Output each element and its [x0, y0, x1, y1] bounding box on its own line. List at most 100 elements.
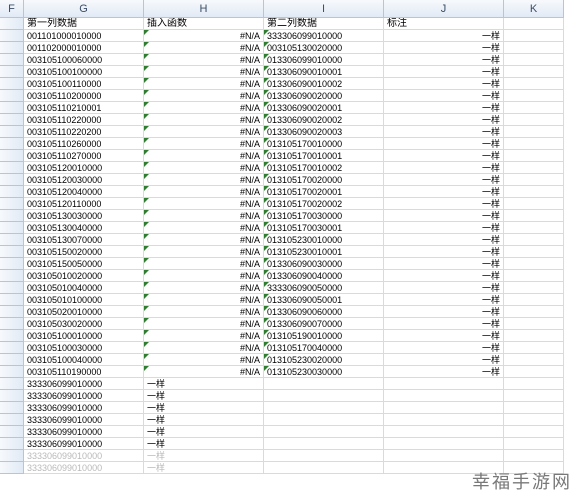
row-header[interactable]	[0, 258, 24, 270]
row-header[interactable]	[0, 102, 24, 114]
cell-col2[interactable]: 013306090050001	[264, 294, 384, 306]
cell-formula[interactable]: #N/A	[144, 330, 264, 342]
cell-col2[interactable]: 333306099010000	[264, 30, 384, 42]
row-header[interactable]	[0, 174, 24, 186]
row-header[interactable]	[0, 186, 24, 198]
cell-note[interactable]	[384, 450, 504, 462]
row-header[interactable]	[0, 162, 24, 174]
column-header-f[interactable]: F	[0, 0, 24, 18]
cell-formula[interactable]: #N/A	[144, 318, 264, 330]
cell-blank[interactable]	[504, 402, 564, 414]
cell-formula[interactable]: #N/A	[144, 222, 264, 234]
cell-formula[interactable]: #N/A	[144, 270, 264, 282]
column-header-k[interactable]: K	[504, 0, 564, 18]
row-header[interactable]	[0, 114, 24, 126]
cell-blank[interactable]	[504, 78, 564, 90]
cell-col1[interactable]: 003105100030000	[24, 342, 144, 354]
cell-col2[interactable]	[264, 402, 384, 414]
cell-note[interactable]: 一样	[384, 222, 504, 234]
cell-formula[interactable]: 一样	[144, 378, 264, 390]
cell-col2[interactable]	[264, 438, 384, 450]
cell-blank[interactable]	[504, 342, 564, 354]
cell-formula[interactable]: #N/A	[144, 234, 264, 246]
cell-note[interactable]	[384, 390, 504, 402]
row-header[interactable]	[0, 378, 24, 390]
cell-col2[interactable]: 013105230020000	[264, 354, 384, 366]
cell-note[interactable]: 一样	[384, 258, 504, 270]
cell-col1[interactable]: 003105030020000	[24, 318, 144, 330]
cell-col1[interactable]: 333306099010000	[24, 390, 144, 402]
row-header[interactable]	[0, 462, 24, 474]
cell-formula[interactable]: #N/A	[144, 258, 264, 270]
row-header[interactable]	[0, 330, 24, 342]
cell-note[interactable]: 一样	[384, 366, 504, 378]
cell-formula[interactable]: #N/A	[144, 306, 264, 318]
cell-note[interactable]	[384, 414, 504, 426]
row-header[interactable]	[0, 210, 24, 222]
cell-col1[interactable]: 333306099010000	[24, 450, 144, 462]
cell-col2[interactable]: 013105230010001	[264, 246, 384, 258]
cell-col1[interactable]: 003105100040000	[24, 354, 144, 366]
cell-note[interactable]	[384, 426, 504, 438]
row-header[interactable]	[0, 342, 24, 354]
cell-col1[interactable]: 333306099010000	[24, 438, 144, 450]
cell-note[interactable]: 一样	[384, 330, 504, 342]
header-cell-j[interactable]: 标注	[384, 18, 504, 30]
cell-formula[interactable]: #N/A	[144, 114, 264, 126]
cell-col1[interactable]: 003105130040000	[24, 222, 144, 234]
cell-formula[interactable]: #N/A	[144, 42, 264, 54]
cell-blank[interactable]	[504, 306, 564, 318]
cell-col2[interactable]: 013105170020001	[264, 186, 384, 198]
cell-col1[interactable]: 333306099010000	[24, 462, 144, 474]
cell-col2[interactable]: 013306090020003	[264, 126, 384, 138]
cell-formula[interactable]: 一样	[144, 390, 264, 402]
row-header[interactable]	[0, 354, 24, 366]
cell-blank[interactable]	[504, 90, 564, 102]
cell-blank[interactable]	[504, 42, 564, 54]
cell-note[interactable]: 一样	[384, 294, 504, 306]
cell-note[interactable]: 一样	[384, 102, 504, 114]
spreadsheet-grid[interactable]: FGHIJK第一列数据插入函数第二列数据标注001101000010000#N/…	[0, 0, 580, 474]
cell-col2[interactable]: 013105170020000	[264, 174, 384, 186]
row-header[interactable]	[0, 270, 24, 282]
cell-blank[interactable]	[504, 426, 564, 438]
cell-note[interactable]: 一样	[384, 282, 504, 294]
cell-note[interactable]	[384, 438, 504, 450]
cell-formula[interactable]: 一样	[144, 450, 264, 462]
row-header[interactable]	[0, 438, 24, 450]
cell-blank[interactable]	[504, 378, 564, 390]
cell-note[interactable]: 一样	[384, 126, 504, 138]
cell-formula[interactable]: #N/A	[144, 198, 264, 210]
row-header[interactable]	[0, 150, 24, 162]
cell-col2[interactable]	[264, 450, 384, 462]
cell-blank[interactable]	[504, 66, 564, 78]
header-cell-h[interactable]: 插入函数	[144, 18, 264, 30]
cell-blank[interactable]	[504, 258, 564, 270]
cell-col1[interactable]: 003105100100000	[24, 66, 144, 78]
cell-col2[interactable]: 013105230010000	[264, 234, 384, 246]
cell-formula[interactable]: 一样	[144, 438, 264, 450]
cell-formula[interactable]: #N/A	[144, 78, 264, 90]
row-header[interactable]	[0, 18, 24, 30]
cell-col1[interactable]: 003105110260000	[24, 138, 144, 150]
row-header[interactable]	[0, 426, 24, 438]
cell-blank[interactable]	[504, 222, 564, 234]
row-header[interactable]	[0, 138, 24, 150]
cell-col2[interactable]: 013306090060000	[264, 306, 384, 318]
cell-blank[interactable]	[504, 102, 564, 114]
cell-formula[interactable]: #N/A	[144, 354, 264, 366]
cell-note[interactable]: 一样	[384, 354, 504, 366]
cell-note[interactable]: 一样	[384, 246, 504, 258]
cell-note[interactable]	[384, 402, 504, 414]
cell-blank[interactable]	[504, 390, 564, 402]
cell-blank[interactable]	[504, 114, 564, 126]
cell-formula[interactable]: #N/A	[144, 102, 264, 114]
cell-blank[interactable]	[504, 462, 564, 474]
cell-blank[interactable]	[504, 138, 564, 150]
cell-formula[interactable]: #N/A	[144, 150, 264, 162]
cell-note[interactable]: 一样	[384, 162, 504, 174]
cell-col2[interactable]: 333306090050000	[264, 282, 384, 294]
cell-col2[interactable]: 003105130020000	[264, 42, 384, 54]
cell-blank[interactable]	[504, 30, 564, 42]
row-header[interactable]	[0, 306, 24, 318]
